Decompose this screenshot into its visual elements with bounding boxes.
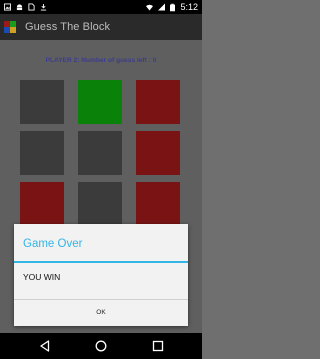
signal-icon: [158, 3, 166, 11]
block-7[interactable]: [20, 182, 64, 226]
android-notification-icon: [16, 4, 23, 11]
wifi-icon: [146, 4, 154, 11]
dialog-message: YOU WIN: [23, 272, 61, 282]
block-4[interactable]: [20, 131, 64, 175]
app-bar: Guess The Block: [0, 14, 202, 40]
guess-counter-label: PLAYER 2: Number of guess left : 0: [45, 57, 157, 64]
block-1[interactable]: [20, 80, 64, 124]
block-5[interactable]: [78, 131, 122, 175]
home-icon[interactable]: [95, 340, 107, 352]
dialog-title-divider: [14, 261, 188, 263]
ok-button[interactable]: OK: [14, 300, 188, 326]
navigation-bar: [0, 333, 202, 359]
block-3[interactable]: [136, 80, 180, 124]
battery-icon: [170, 3, 176, 11]
block-9[interactable]: [136, 182, 180, 226]
app-logo-icon: [4, 21, 16, 33]
file-notification-icon: [28, 3, 35, 11]
recents-icon[interactable]: [152, 340, 164, 352]
app-title: Guess The Block: [25, 21, 111, 33]
game-area: PLAYER 2: Number of guess left : 0 Game …: [0, 40, 202, 333]
back-icon[interactable]: [39, 340, 51, 352]
game-over-dialog: Game Over YOU WIN OK: [14, 224, 188, 326]
block-2[interactable]: [78, 80, 122, 124]
dialog-title: Game Over: [23, 238, 83, 250]
download-notification-icon: [40, 3, 47, 11]
status-bar: 5:12: [0, 0, 202, 14]
block-6[interactable]: [136, 131, 180, 175]
image-notification-icon: [4, 3, 11, 11]
block-8[interactable]: [78, 182, 122, 226]
clock: 5:12: [180, 2, 198, 12]
